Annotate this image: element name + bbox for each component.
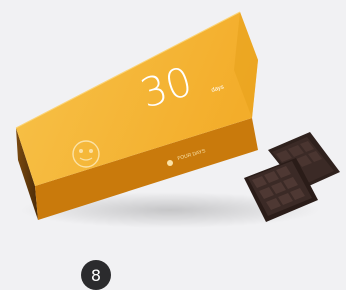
page-number-badge[interactable]: 8 — [81, 260, 111, 290]
product-image: FOUR DAYS 30 days — [0, 0, 346, 240]
brand-dot-icon — [167, 160, 173, 166]
chocolate-box-illustration: FOUR DAYS 30 days — [15, 11, 340, 228]
page-number-label: 8 — [90, 265, 102, 285]
